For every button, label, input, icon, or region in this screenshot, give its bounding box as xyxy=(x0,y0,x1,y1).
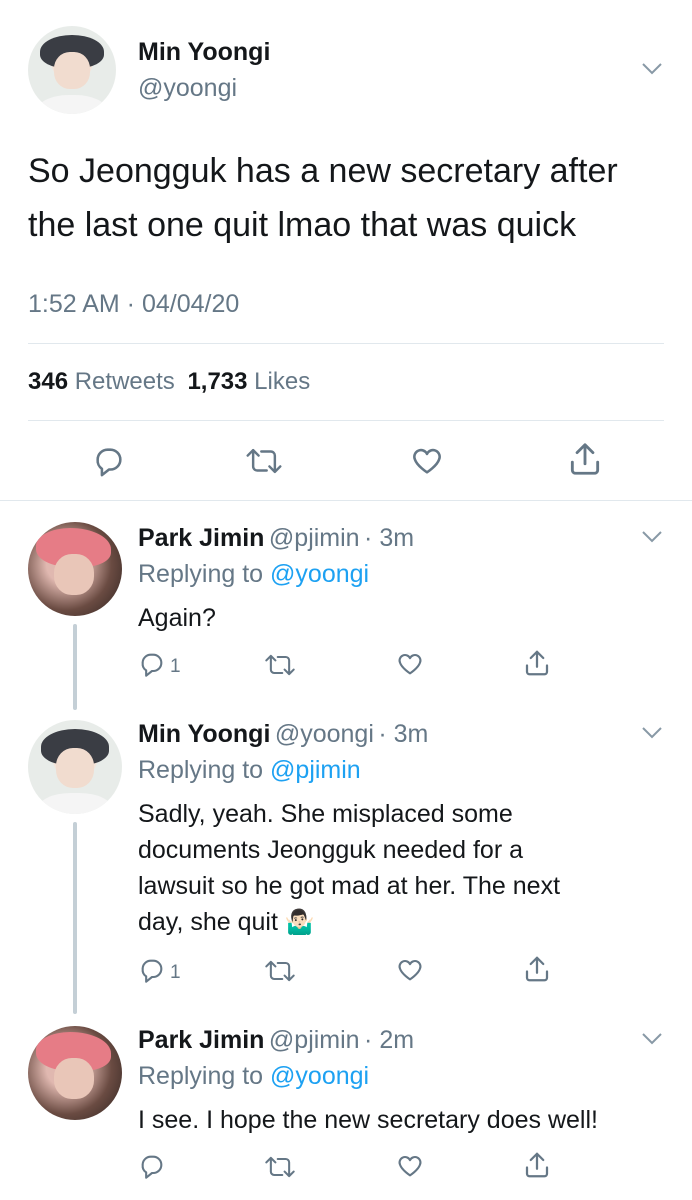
share-icon[interactable] xyxy=(566,440,604,478)
reply-icon[interactable] xyxy=(138,650,166,678)
thread-line xyxy=(73,624,77,710)
divider xyxy=(28,343,664,344)
divider xyxy=(0,500,692,501)
likes-count[interactable]: 1,733 xyxy=(187,368,247,395)
heart-icon[interactable] xyxy=(396,956,424,984)
reply-count: 1 xyxy=(170,656,181,677)
reply-icon[interactable] xyxy=(138,956,166,984)
retweets-count[interactable]: 346 xyxy=(28,368,68,395)
avatar[interactable] xyxy=(28,1026,122,1120)
reply-time: · 3m xyxy=(378,720,429,748)
reply-icon[interactable] xyxy=(138,1152,166,1180)
shrug-emoji: 🤷🏻‍♂️ xyxy=(284,909,315,936)
author-name[interactable]: Min Yoongi xyxy=(138,720,270,748)
avatar[interactable] xyxy=(28,26,116,114)
author-name[interactable]: Park Jimin xyxy=(138,1026,264,1054)
reply-text: Again? xyxy=(138,604,216,632)
reply-text-line: lawsuit so he got mad at her. The next xyxy=(138,872,561,900)
retweet-icon[interactable] xyxy=(264,652,296,678)
retweet-icon[interactable] xyxy=(264,958,296,984)
share-icon[interactable] xyxy=(522,648,552,678)
reply-count: 1 xyxy=(170,962,181,983)
heart-icon[interactable] xyxy=(396,1152,424,1180)
tweet-timestamp[interactable]: 1:52 AM · 04/04/20 xyxy=(28,290,239,319)
reply-time: · 2m xyxy=(364,1026,415,1054)
reply-text-line: day, she quit xyxy=(138,908,278,936)
replying-prefix: Replying to xyxy=(138,1062,264,1090)
reply-text: I see. I hope the new secretary does wel… xyxy=(138,1106,598,1134)
chevron-down-icon[interactable] xyxy=(641,530,663,544)
tweet-text-line: So Jeongguk has a new secretary after xyxy=(28,152,618,190)
chevron-down-icon[interactable] xyxy=(641,726,663,740)
tweet-stats: 346 Retweets 1,733 Likes xyxy=(28,368,310,396)
author-handle[interactable]: @yoongi xyxy=(275,720,374,748)
replying-prefix: Replying to xyxy=(138,560,264,588)
tweet-text-line: the last one quit lmao that was quick xyxy=(28,206,577,244)
author-handle[interactable]: @pjimin xyxy=(269,1026,360,1054)
divider xyxy=(28,420,664,421)
reply-text-line: Sadly, yeah. She misplaced some xyxy=(138,800,513,828)
replying-to: Replying to @yoongi xyxy=(138,560,369,589)
replying-prefix: Replying to xyxy=(138,756,264,784)
reply-time: · 3m xyxy=(364,524,415,552)
reply-text: Sadly, yeah. She misplaced some document… xyxy=(138,796,560,941)
retweet-icon[interactable] xyxy=(245,446,283,476)
reply-header: Park Jimin @pjimin · 3m xyxy=(138,524,414,553)
avatar[interactable] xyxy=(28,522,122,616)
reply-header: Park Jimin @pjimin · 2m xyxy=(138,1026,414,1055)
retweet-icon[interactable] xyxy=(264,1154,296,1180)
reply-icon[interactable] xyxy=(92,444,126,478)
share-icon[interactable] xyxy=(522,954,552,984)
author-handle[interactable]: @yoongi xyxy=(138,74,237,103)
replying-to: Replying to @pjimin xyxy=(138,756,361,785)
chevron-down-icon[interactable] xyxy=(641,1032,663,1046)
author-name[interactable]: Min Yoongi xyxy=(138,38,270,67)
heart-icon[interactable] xyxy=(410,444,444,478)
reply-text-line: documents Jeongguk needed for a xyxy=(138,836,523,864)
thread-line xyxy=(73,822,77,1014)
mention-link[interactable]: @yoongi xyxy=(270,1062,369,1090)
retweets-label[interactable]: Retweets xyxy=(75,368,175,395)
mention-link[interactable]: @pjimin xyxy=(270,756,361,784)
reply-header: Min Yoongi @yoongi · 3m xyxy=(138,720,428,749)
author-handle[interactable]: @pjimin xyxy=(269,524,360,552)
chevron-down-icon[interactable] xyxy=(641,62,663,76)
likes-label[interactable]: Likes xyxy=(254,368,310,395)
author-name[interactable]: Park Jimin xyxy=(138,524,264,552)
avatar[interactable] xyxy=(28,720,122,814)
heart-icon[interactable] xyxy=(396,650,424,678)
share-icon[interactable] xyxy=(522,1150,552,1180)
mention-link[interactable]: @yoongi xyxy=(270,560,369,588)
replying-to: Replying to @yoongi xyxy=(138,1062,369,1091)
